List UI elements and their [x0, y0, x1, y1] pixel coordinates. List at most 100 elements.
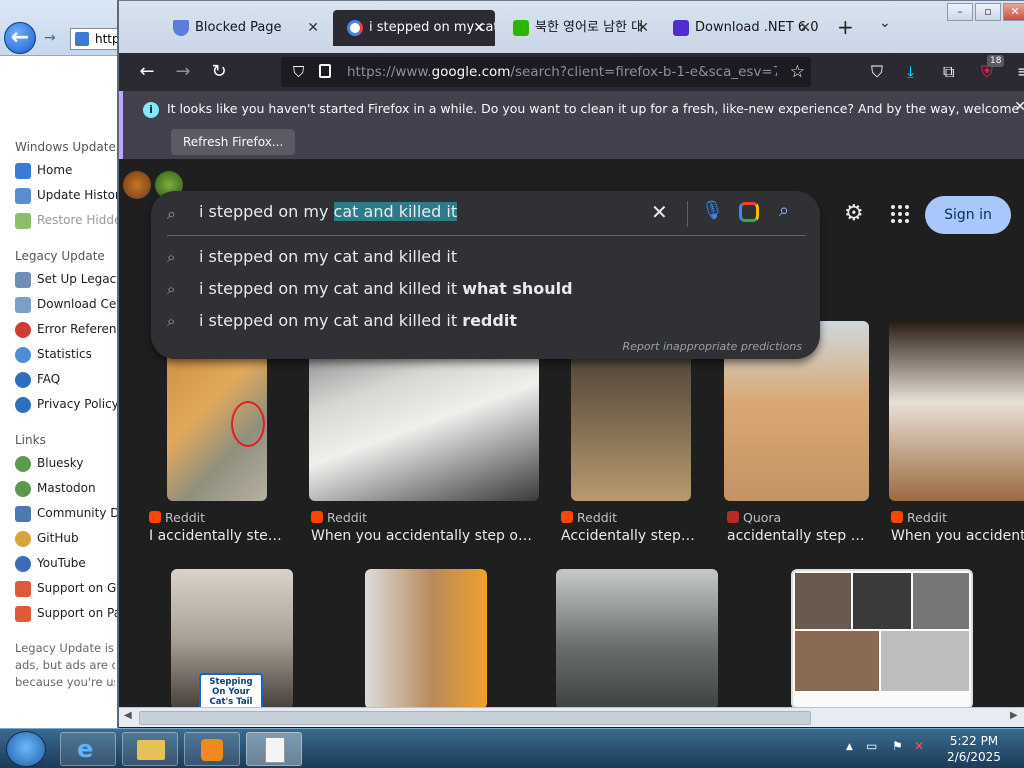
source-name: Reddit	[165, 510, 206, 525]
tab-list-chevron-icon[interactable]: ⌄	[879, 15, 891, 31]
new-tab-plus-icon[interactable]: +	[837, 15, 854, 39]
sidebar-item-label: FAQ	[37, 372, 61, 386]
navigation-toolbar: ← → ↻ ⛉ https://www.google.com/search?cl…	[119, 53, 1024, 91]
forward-icon[interactable]: →	[171, 60, 195, 84]
tab-korean[interactable]: 북한 영어로 남한 대 ✕	[499, 10, 659, 46]
firefox-notification-bar: i It looks like you haven't started Fire…	[119, 91, 1024, 159]
sidebar-item-support-github[interactable]: Support on Git	[0, 576, 118, 601]
close-window-button[interactable]: ✕	[1003, 3, 1024, 21]
url-host: google.com	[431, 64, 511, 80]
clear-search-icon[interactable]: ✕	[651, 200, 668, 224]
taskbar-firefox-button[interactable]	[246, 732, 302, 766]
sidebar-item-support-patreon[interactable]: Support on Pat	[0, 601, 118, 626]
result-source[interactable]: Reddit	[891, 510, 947, 525]
sidebar-item-label: Bluesky	[37, 456, 84, 470]
extensions-icon[interactable]: ⧉	[943, 62, 954, 82]
google-apps-icon[interactable]	[891, 205, 909, 223]
result-title[interactable]: I accidentally step...	[149, 528, 284, 544]
sidebar-item-restore-hidden[interactable]: Restore Hidden	[0, 208, 118, 233]
sidebar-item-setup[interactable]: Set Up Legacy	[0, 267, 118, 292]
result-title[interactable]: Accidentally stepp...	[561, 528, 696, 544]
info-icon	[15, 397, 31, 413]
lock-icon[interactable]	[319, 64, 331, 78]
search-submit-icon[interactable]: ⌕	[779, 200, 789, 221]
start-button[interactable]	[6, 731, 46, 767]
sidebar-item-github[interactable]: GitHub	[0, 526, 118, 551]
result-title[interactable]: When you accidentally step on ...	[311, 528, 533, 544]
ie-icon: e	[77, 735, 94, 763]
tracking-shield-icon[interactable]: ⛉	[293, 63, 304, 81]
sign-in-button[interactable]: Sign in	[925, 196, 1011, 234]
sidebar-item-label: Support on Git	[37, 581, 118, 595]
result-image[interactable]: Stepping On Your Cat's Tail	[171, 569, 293, 709]
refresh-firefox-button[interactable]: Refresh Firefox...	[171, 129, 296, 155]
back-arrow-icon[interactable]: ←	[4, 22, 36, 54]
forward-arrow-icon[interactable]: →	[44, 30, 56, 46]
volume-muted-icon[interactable]: ✕	[914, 739, 924, 753]
suggestion-item[interactable]: ⌕ i stepped on my cat and killed it reddi…	[151, 305, 820, 337]
sidebar-item-mastodon[interactable]: Mastodon	[0, 476, 118, 501]
sidebar-item-download[interactable]: Download Cen	[0, 292, 118, 317]
sidebar-item-faq[interactable]: FAQ	[0, 367, 118, 392]
url-bar[interactable]: ⛉ https://www.google.com/search?client=f…	[281, 57, 811, 87]
result-source[interactable]: Reddit	[561, 510, 617, 525]
reload-icon[interactable]: ↻	[207, 60, 231, 84]
ie-sidebar: Windows Update Home Update History Resto…	[0, 128, 118, 728]
back-icon[interactable]: ←	[135, 60, 159, 84]
sidebar-item-privacy[interactable]: Privacy Policy	[0, 392, 118, 417]
suggestion-item[interactable]: ⌕ i stepped on my cat and killed it	[151, 241, 820, 273]
sidebar-item-home[interactable]: Home	[0, 158, 118, 183]
doodle-icon[interactable]	[123, 171, 151, 199]
system-clock[interactable]: 5:22 PM 2/6/2025	[944, 733, 1004, 765]
scrollbar-thumb[interactable]	[139, 711, 811, 725]
suggestion-text: i stepped on my cat and killed it	[199, 311, 463, 330]
maximize-button[interactable]: ▫	[975, 3, 1001, 21]
sidebar-item-youtube[interactable]: YouTube	[0, 551, 118, 576]
scroll-right-icon[interactable]: ▶	[1010, 710, 1018, 721]
action-center-flag-icon[interactable]: ⚑	[892, 739, 903, 753]
tab-dotnet[interactable]: Download .NET 6.0 ( ✕	[659, 10, 821, 46]
tray-expand-icon[interactable]: ▲	[846, 742, 853, 752]
sidebar-item-error-reference[interactable]: Error Reference	[0, 317, 118, 342]
result-image[interactable]	[889, 321, 1024, 501]
sidebar-item-update-history[interactable]: Update History	[0, 183, 118, 208]
search-input[interactable]: i stepped on my cat and killed it	[199, 202, 458, 221]
result-image-collage[interactable]	[791, 569, 973, 709]
google-lens-icon[interactable]	[739, 202, 759, 222]
taskbar-explorer-button[interactable]	[122, 732, 178, 766]
bookmark-star-icon[interactable]: ☆	[790, 62, 805, 82]
sidebar-item-bluesky[interactable]: Bluesky	[0, 451, 118, 476]
result-source[interactable]: Quora	[727, 510, 781, 525]
settings-gear-icon[interactable]: ⚙	[844, 201, 864, 226]
close-tab-icon[interactable]: ✕	[799, 10, 811, 46]
scroll-left-icon[interactable]: ◀	[124, 710, 132, 721]
suggestion-item[interactable]: ⌕ i stepped on my cat and killed it what …	[151, 273, 820, 305]
sidebar-item-statistics[interactable]: Statistics	[0, 342, 118, 367]
document-icon	[265, 737, 285, 763]
close-tab-icon[interactable]: ✕	[473, 10, 485, 46]
sidebar-item-label: Mastodon	[37, 481, 96, 495]
result-source[interactable]: Reddit	[311, 510, 367, 525]
minimize-button[interactable]: –	[947, 3, 973, 21]
menu-icon[interactable]: ≡	[1017, 62, 1024, 81]
result-image[interactable]	[556, 569, 718, 709]
sidebar-item-community[interactable]: Community Dis	[0, 501, 118, 526]
report-predictions-link[interactable]: Report inappropriate predictions	[623, 340, 802, 353]
result-source[interactable]: Reddit	[149, 510, 205, 525]
result-title[interactable]: When you accidenta	[891, 528, 1024, 544]
close-tab-icon[interactable]: ✕	[307, 10, 319, 46]
network-icon[interactable]: ▭	[866, 739, 877, 753]
result-title[interactable]: accidentally step o...	[727, 528, 865, 544]
downloads-icon[interactable]: ⤓	[907, 62, 914, 82]
url-text[interactable]: https://www.google.com/search?client=fir…	[347, 57, 777, 87]
tab-blocked-page[interactable]: Blocked Page ✕	[159, 10, 329, 46]
pocket-icon[interactable]: ⛉	[871, 62, 883, 82]
tab-google-search[interactable]: i stepped on my cat ✕	[333, 10, 495, 46]
close-tab-icon[interactable]: ✕	[637, 10, 649, 46]
horizontal-scrollbar[interactable]: ◀ ▶	[119, 707, 1024, 727]
result-image[interactable]	[365, 569, 487, 709]
microphone-icon[interactable]: 🎙	[701, 200, 724, 221]
taskbar-ie-button[interactable]: e	[60, 732, 116, 766]
close-notification-icon[interactable]: ✕	[1014, 99, 1024, 115]
taskbar-media-button[interactable]	[184, 732, 240, 766]
